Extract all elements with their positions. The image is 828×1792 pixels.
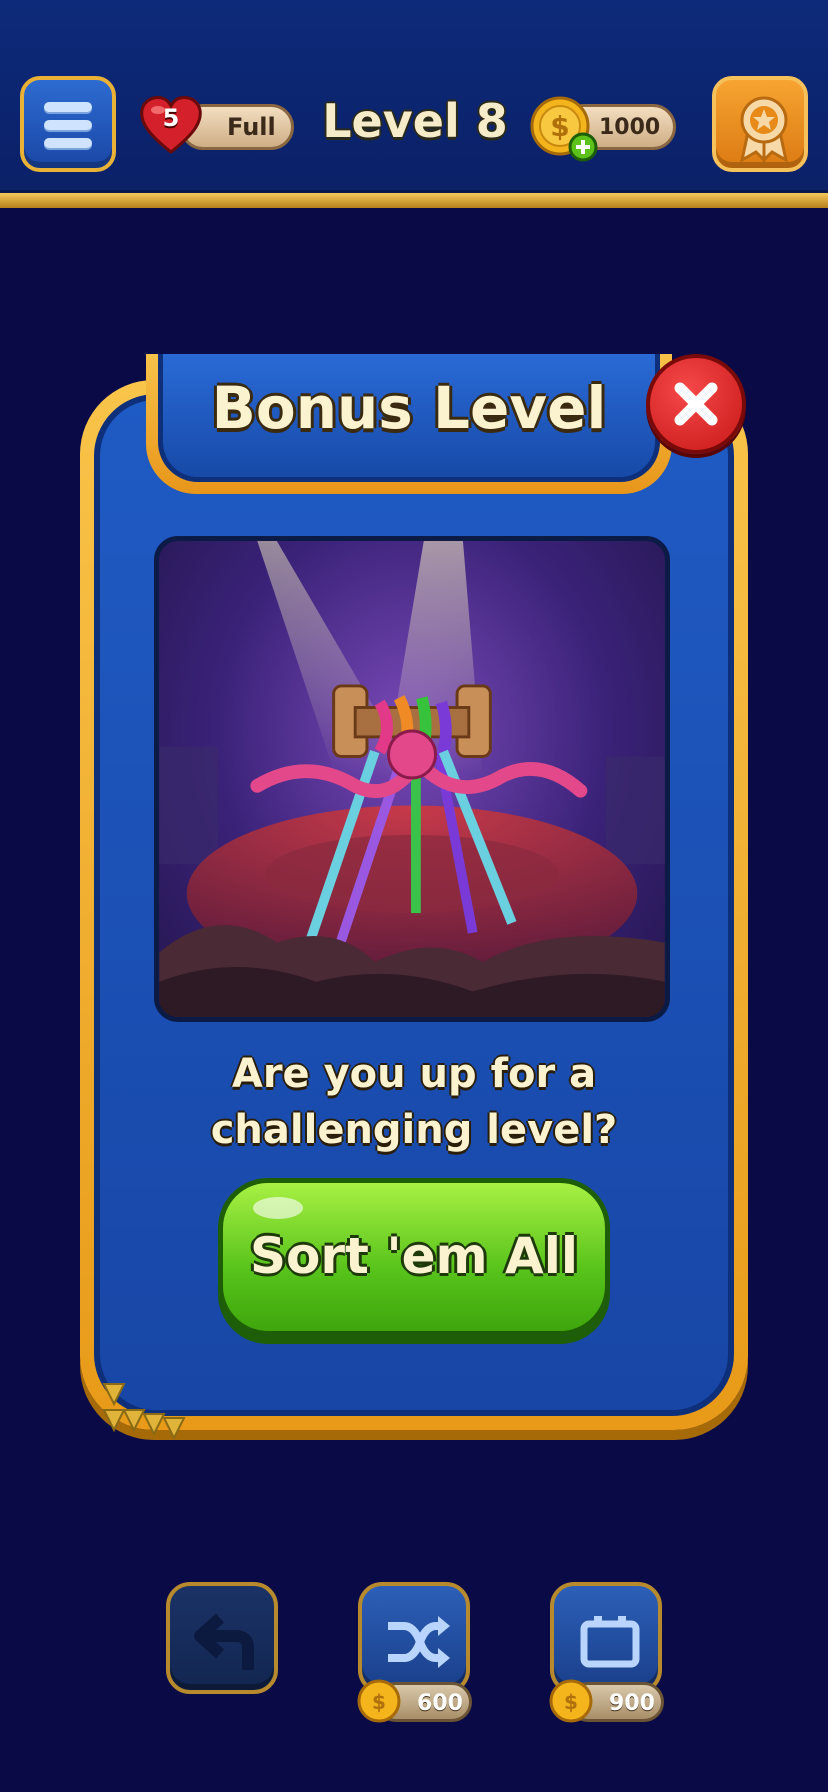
hamburger-icon-line xyxy=(44,120,92,130)
svg-text:$: $ xyxy=(550,110,569,143)
undo-arrow-icon xyxy=(194,1613,254,1670)
lives-status: Full xyxy=(227,113,276,141)
bonus-level-illustration xyxy=(154,536,670,1022)
menu-button[interactable] xyxy=(20,76,116,172)
prompt-line-1: Are you up for a xyxy=(231,1051,597,1097)
sort-em-all-button[interactable]: Sort 'em All xyxy=(218,1178,610,1336)
shuffle-icon xyxy=(388,1616,450,1668)
coin-icon: $ xyxy=(357,1679,401,1723)
svg-text:$: $ xyxy=(564,1690,578,1714)
prompt-line-2: challenging level? xyxy=(210,1107,618,1153)
lives-count: 5 xyxy=(162,104,180,132)
achievements-button[interactable] xyxy=(712,76,808,172)
close-icon xyxy=(674,382,718,426)
battery-slot-icon xyxy=(580,1616,640,1668)
hamburger-icon xyxy=(44,102,92,112)
coins-count: 1000 xyxy=(599,115,661,140)
dialog-title: Bonus Level xyxy=(211,374,607,442)
shuffle-price-value: 600 xyxy=(417,1691,463,1716)
svg-text:$: $ xyxy=(372,1690,386,1714)
spool-knot-scene xyxy=(159,541,665,1017)
hamburger-icon-line xyxy=(44,138,92,148)
undo-button[interactable] xyxy=(166,1582,278,1694)
knit-yarn-decoration xyxy=(102,1383,186,1441)
dialog-header-panel: Bonus Level xyxy=(158,354,660,482)
top-bar-rail xyxy=(0,190,828,208)
add-coins-icon[interactable] xyxy=(568,132,598,162)
add-slot-price-value: 900 xyxy=(609,1691,655,1716)
cta-label: Sort 'em All xyxy=(249,1227,579,1285)
dialog-header: Bonus Level xyxy=(146,354,672,494)
dialog-prompt: Are you up for a challenging level? xyxy=(150,1046,678,1158)
coin-icon: $ xyxy=(549,1679,593,1723)
level-title: Level 8 xyxy=(322,94,508,148)
close-button[interactable] xyxy=(646,354,746,454)
award-ribbon-icon xyxy=(740,96,788,162)
